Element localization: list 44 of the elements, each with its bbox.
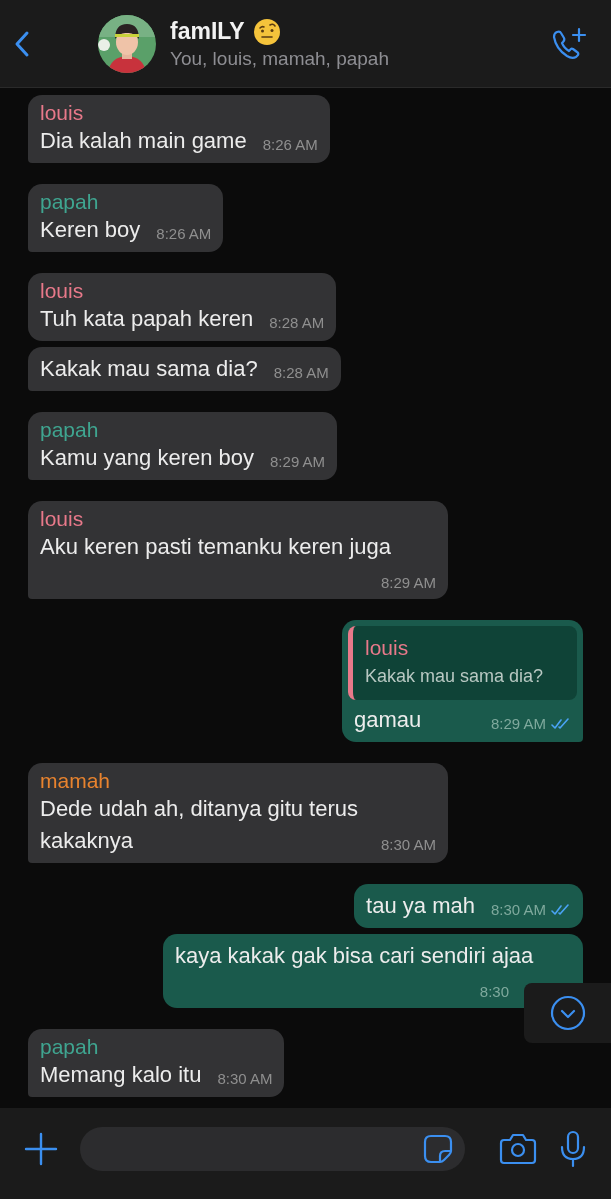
message-field[interactable] <box>80 1126 465 1171</box>
message-text: gamau <box>354 707 422 732</box>
sender-name: louis <box>40 507 85 531</box>
group-members: You, louis, mamah, papah <box>170 47 390 70</box>
message-time: 8:29 AM <box>490 714 546 734</box>
sender-name: mamah <box>40 769 112 793</box>
sender-name: papah <box>40 1035 100 1059</box>
sender-name: louis <box>40 101 85 125</box>
emoji-icon <box>252 17 281 46</box>
message-text: Memang kalo itu <box>40 1062 202 1087</box>
message-text: Keren boy <box>40 217 141 242</box>
message-time: 8:30 AM <box>490 900 546 920</box>
message-text: Kamu yang keren boy <box>40 445 255 470</box>
plus-icon[interactable] <box>24 1131 58 1166</box>
message-time: 8:29 AM <box>380 573 436 593</box>
message-time: 8:28 AM <box>269 313 325 333</box>
message-text: tau ya mah <box>366 893 475 918</box>
camera-icon[interactable] <box>499 1132 537 1165</box>
sticker-icon[interactable] <box>423 1133 453 1164</box>
message-time: 8:30 <box>479 982 509 1002</box>
message-text: Kakak mau sama dia? <box>40 356 258 381</box>
sender-name: louis <box>40 279 85 303</box>
message-text: Dede udah ah, ditanya gitu terus kakaknya <box>40 796 358 853</box>
quoted-text: Kakak mau sama dia? <box>365 665 545 688</box>
message-time: 8:28 AM <box>273 363 329 383</box>
scroll-down-button[interactable] <box>524 983 611 1043</box>
message-text: kaya kakak gak bisa cari sendiri ajaa <box>175 943 534 968</box>
back-icon[interactable] <box>14 29 30 58</box>
message-text: Tuh kata papah keren <box>40 306 254 331</box>
sender-name: papah <box>40 418 100 442</box>
message-text: Aku keren pasti temanku keren juga <box>40 534 391 559</box>
message-time: 8:26 AM <box>262 135 318 155</box>
quoted-message[interactable]: louis Kakak mau sama dia? <box>348 626 577 700</box>
quoted-sender: louis <box>365 635 410 661</box>
sender-name: papah <box>40 190 100 214</box>
group-name: famILY <box>170 18 245 45</box>
add-call-icon[interactable] <box>551 26 587 61</box>
message-time: 8:30 AM <box>380 835 436 855</box>
microphone-icon[interactable] <box>559 1129 587 1168</box>
message-text: Dia kalah main game <box>40 128 247 153</box>
message-time: 8:30 AM <box>217 1069 273 1089</box>
chevron-down-icon <box>549 995 586 1031</box>
message-time: 8:29 AM <box>270 452 326 472</box>
message-time: 8:26 AM <box>156 224 212 244</box>
